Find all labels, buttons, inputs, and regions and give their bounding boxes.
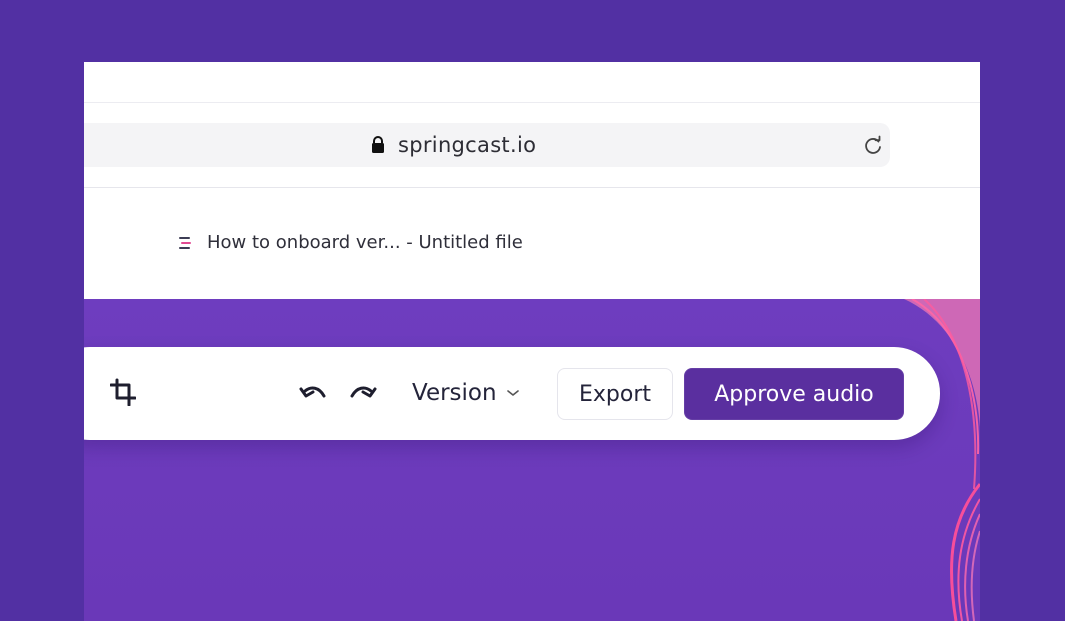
lock-icon [372,136,384,153]
page-background: springcast.io How to onboard ver... - Un… [0,0,1065,621]
version-dropdown[interactable]: Version [412,376,519,410]
export-label: Export [578,381,651,407]
reload-icon[interactable] [862,135,884,157]
approve-audio-label: Approve audio [714,381,874,407]
approve-audio-button[interactable]: Approve audio [684,368,904,420]
undo-icon[interactable] [299,383,327,405]
redo-icon[interactable] [349,383,377,405]
springcast-favicon [179,237,191,249]
pink-wave-decoration [904,299,980,621]
version-label: Version [412,380,497,406]
tab-title[interactable]: How to onboard ver... - Untitled file [207,232,523,253]
export-button[interactable]: Export [557,368,673,420]
browser-window: springcast.io How to onboard ver... - Un… [84,62,980,621]
crop-icon[interactable] [110,378,136,406]
chevron-down-icon [506,390,519,396]
url-text: springcast.io [398,133,537,157]
browser-top-strip [84,62,980,102]
